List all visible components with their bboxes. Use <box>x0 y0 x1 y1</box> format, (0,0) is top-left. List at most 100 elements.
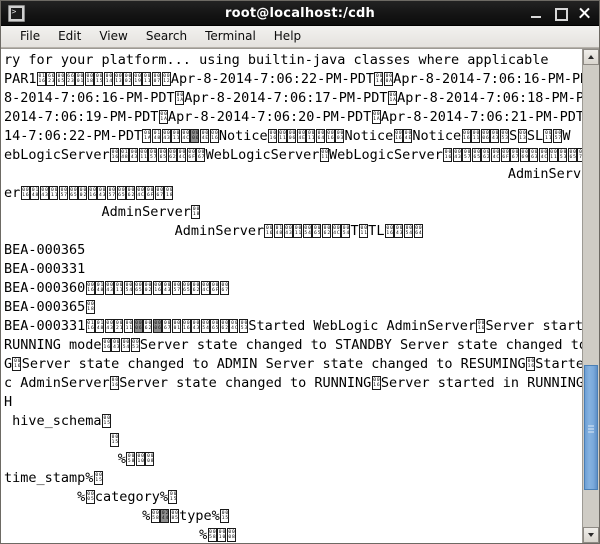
unprintable-glyph-icon: 6623 <box>46 72 56 86</box>
terminal-text: Notice <box>218 128 268 144</box>
unprintable-glyph-icon: 0011 <box>277 129 287 143</box>
terminal-text: BEA-000331 <box>4 261 86 277</box>
unprintable-glyph-icon: 0015 <box>101 414 111 428</box>
unprintable-glyph-icon: 0043 <box>111 338 121 352</box>
scroll-up-icon[interactable] <box>583 49 599 65</box>
terminal-text: category% <box>94 489 169 505</box>
unprintable-glyph-icon: 0006 <box>287 129 297 143</box>
menu-item-help[interactable]: Help <box>265 26 310 47</box>
unprintable-glyph-icon: 000A <box>383 72 393 86</box>
unprintable-glyph-icon: 0043 <box>191 319 201 333</box>
unprintable-glyph-icon: 0016 <box>461 129 471 143</box>
unprintable-glyph-icon: 0016 <box>209 129 219 143</box>
terminal-line: % 0 0 5 8 0 0 1 0 0 0 0 8 <box>4 450 582 469</box>
maximize-icon[interactable] <box>554 7 568 21</box>
unprintable-glyph-icon: 0011 <box>543 129 553 143</box>
terminal-output[interactable]: ry for your platform... using builtin-ja… <box>1 49 582 543</box>
unprintable-glyph-icon: 001A <box>158 110 168 124</box>
unprintable-glyph-icon: 0001 <box>171 319 181 333</box>
terminal-line: er 0 0 1 6 0 1 4 8 0 0 4 3 0 0 1 1 0 0 5 7 0 0 6 5 0 0 0 2 0 0 1 6 0 0 4 3 0 0… <box>4 184 582 203</box>
unprintable-glyph-icon: 0053 <box>499 129 509 143</box>
unprintable-glyph-icon: 0002 <box>123 72 133 86</box>
unprintable-glyph-icon: 0013 <box>517 129 527 143</box>
unprintable-glyph-icon: 0053 <box>558 148 568 162</box>
unprintable-glyph-icon: 004E <box>200 129 210 143</box>
unprintable-glyph-icon: 0016 <box>264 224 274 238</box>
unprintable-glyph-icon: 0065 <box>116 186 126 200</box>
unprintable-glyph-icon: 0148 <box>119 148 129 162</box>
unprintable-glyph-icon: 0043 <box>394 224 404 238</box>
terminal-line: % 0 0 5 8 0 2 4 4 0 0 8 5 type% 0 0 1 5 <box>4 507 582 526</box>
terminal-text: SL <box>526 128 544 144</box>
terminal-text: AdminServ <box>4 166 582 182</box>
unprintable-glyph-icon: 0016 <box>371 376 381 390</box>
unprintable-glyph-icon: 0054 <box>341 224 351 238</box>
unprintable-glyph-icon: 0014 <box>374 72 384 86</box>
terminal-text: Server state changed to RUNNING <box>119 375 372 391</box>
unprintable-glyph-icon: 0016 <box>101 338 111 352</box>
unprintable-glyph-icon: 004C <box>331 224 341 238</box>
terminal-window: root@localhost:/cdh File Edit View Searc… <box>0 0 600 544</box>
unprintable-glyph-icon: 0016 <box>20 186 30 200</box>
unprintable-glyph-icon: 0062 <box>219 319 229 333</box>
unprintable-glyph-icon: 0016 <box>152 281 162 295</box>
menu-item-terminal[interactable]: Terminal <box>196 26 265 47</box>
scrollbar-track[interactable] <box>583 65 599 527</box>
terminal-line: % 0 0 0 5 category% 0 0 1 5 <box>4 488 582 507</box>
unprintable-glyph-icon: 006F <box>500 148 510 162</box>
terminal-line: BEA-000365 0 0 1 8 <box>4 298 582 317</box>
unprintable-glyph-icon: 0015 <box>93 471 103 485</box>
unprintable-glyph-icon: 0018 <box>84 72 94 86</box>
unprintable-glyph-icon: 0006 <box>133 319 143 333</box>
window-title: root@localhost:/cdh <box>225 5 375 21</box>
unprintable-glyph-icon: 0043 <box>452 148 462 162</box>
unprintable-glyph-icon: 0067 <box>510 148 520 162</box>
unprintable-glyph-icon: 0116 <box>36 72 46 86</box>
terminal-line: 14-7:06:22-PM-PDT 0 0 1 A 0 1 4 8 0 0 4 3 0 0 1 1 0 0 4 C 0 0 0… <box>4 127 582 146</box>
scroll-down-icon[interactable] <box>583 527 599 543</box>
unprintable-glyph-icon: 004C <box>200 281 210 295</box>
close-icon[interactable] <box>578 7 591 20</box>
terminal-line: RUNNING mode 0 0 1 6 0 0 4 3 0 0 5 4 0 0 5 3 Server state… <box>4 336 582 355</box>
unprintable-glyph-icon: 0011 <box>471 129 481 143</box>
unprintable-glyph-icon: 0065 <box>181 281 191 295</box>
unprintable-glyph-icon: 0011 <box>171 129 181 143</box>
terminal-line: time_stamp% 0 0 1 5 <box>4 469 582 488</box>
unprintable-glyph-icon: 001A <box>387 91 397 105</box>
terminal-text: time_stamp% <box>4 470 94 486</box>
unprintable-glyph-icon: 0244 <box>160 509 170 523</box>
unprintable-glyph-icon: 0065 <box>471 148 481 162</box>
unprintable-glyph-icon: 0016 <box>325 129 335 143</box>
menu-item-edit[interactable]: Edit <box>49 26 90 47</box>
scrollbar-thumb[interactable] <box>584 365 598 491</box>
terminal-text: RUNNING mode <box>4 337 102 353</box>
unprintable-glyph-icon: 0054 <box>403 224 413 238</box>
terminal-text: Notice <box>412 128 462 144</box>
terminal-line: H <box>4 393 582 412</box>
title-bar[interactable]: root@localhost:/cdh <box>1 1 599 26</box>
unprintable-glyph-icon: 0043 <box>104 319 114 333</box>
unprintable-glyph-icon: 0011 <box>123 319 133 333</box>
menu-item-file[interactable]: File <box>11 26 49 47</box>
unprintable-glyph-icon: 0011 <box>358 224 368 238</box>
menu-item-view[interactable]: View <box>90 26 136 47</box>
unprintable-glyph-icon: 0043 <box>129 148 139 162</box>
terminal-line: c AdminServer 0 0 1 6 Server state changed to… <box>4 374 582 393</box>
unprintable-glyph-icon: 0006 <box>480 129 490 143</box>
minimize-icon[interactable] <box>530 7 543 20</box>
unprintable-glyph-icon: 0057 <box>553 129 563 143</box>
unprintable-glyph-icon: 0085 <box>169 509 179 523</box>
menu-item-search[interactable]: Search <box>137 26 196 47</box>
unprintable-glyph-icon: 0016 <box>268 129 277 143</box>
unprintable-glyph-icon: 0074 <box>577 148 582 162</box>
unprintable-glyph-icon: 0007 <box>151 72 161 86</box>
unprintable-glyph-icon: 0067 <box>162 319 172 333</box>
vertical-scrollbar[interactable] <box>582 49 599 543</box>
window-controls <box>530 7 591 21</box>
unprintable-glyph-icon: 0015 <box>168 490 178 504</box>
terminal-text: S <box>509 128 518 144</box>
unprintable-glyph-icon: 0016 <box>85 281 95 295</box>
terminal-text: % <box>4 508 151 524</box>
unprintable-glyph-icon: 0062 <box>191 281 201 295</box>
unprintable-glyph-icon: 0065 <box>56 72 65 86</box>
